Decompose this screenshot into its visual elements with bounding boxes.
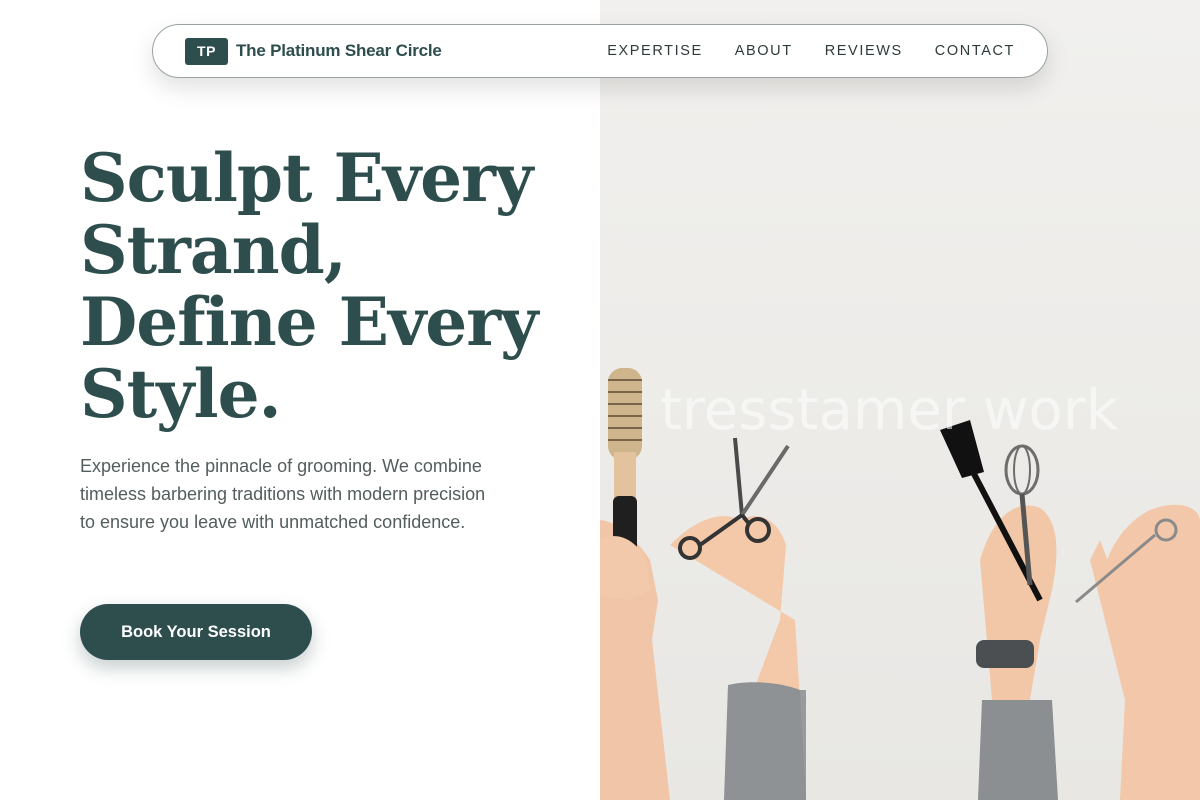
logo-badge-icon[interactable]: TP <box>185 37 228 65</box>
nav-link-expertise[interactable]: EXPERTISE <box>607 43 703 59</box>
nav-link-contact[interactable]: CONTACT <box>935 43 1015 59</box>
headline-line-4: Style. <box>80 355 282 433</box>
headline-line-2: Strand, <box>80 211 347 289</box>
nav-link-about[interactable]: ABOUT <box>735 43 793 59</box>
nav-links: EXPERTISE ABOUT REVIEWS CONTACT <box>607 43 1015 59</box>
tint-brush-icon <box>940 420 1058 800</box>
hero-description: Experience the pinnacle of grooming. We … <box>80 456 486 532</box>
nav-link-reviews[interactable]: REVIEWS <box>825 43 903 59</box>
headline-line-3: Define Every <box>80 283 538 361</box>
scissors-icon <box>670 437 806 800</box>
hero-headline: Sculpt Every Strand, Define Every Style. <box>80 142 580 430</box>
book-session-button[interactable]: Book Your Session <box>80 604 312 660</box>
brand-name[interactable]: The Platinum Shear Circle <box>236 41 442 61</box>
image-watermark: tresstamer work <box>660 378 1119 443</box>
open-hand-icon <box>1075 504 1200 800</box>
headline-line-1: Sculpt Every <box>80 139 533 217</box>
logo-initials: TP <box>197 43 216 59</box>
top-navbar: TP The Platinum Shear Circle EXPERTISE A… <box>152 24 1048 78</box>
